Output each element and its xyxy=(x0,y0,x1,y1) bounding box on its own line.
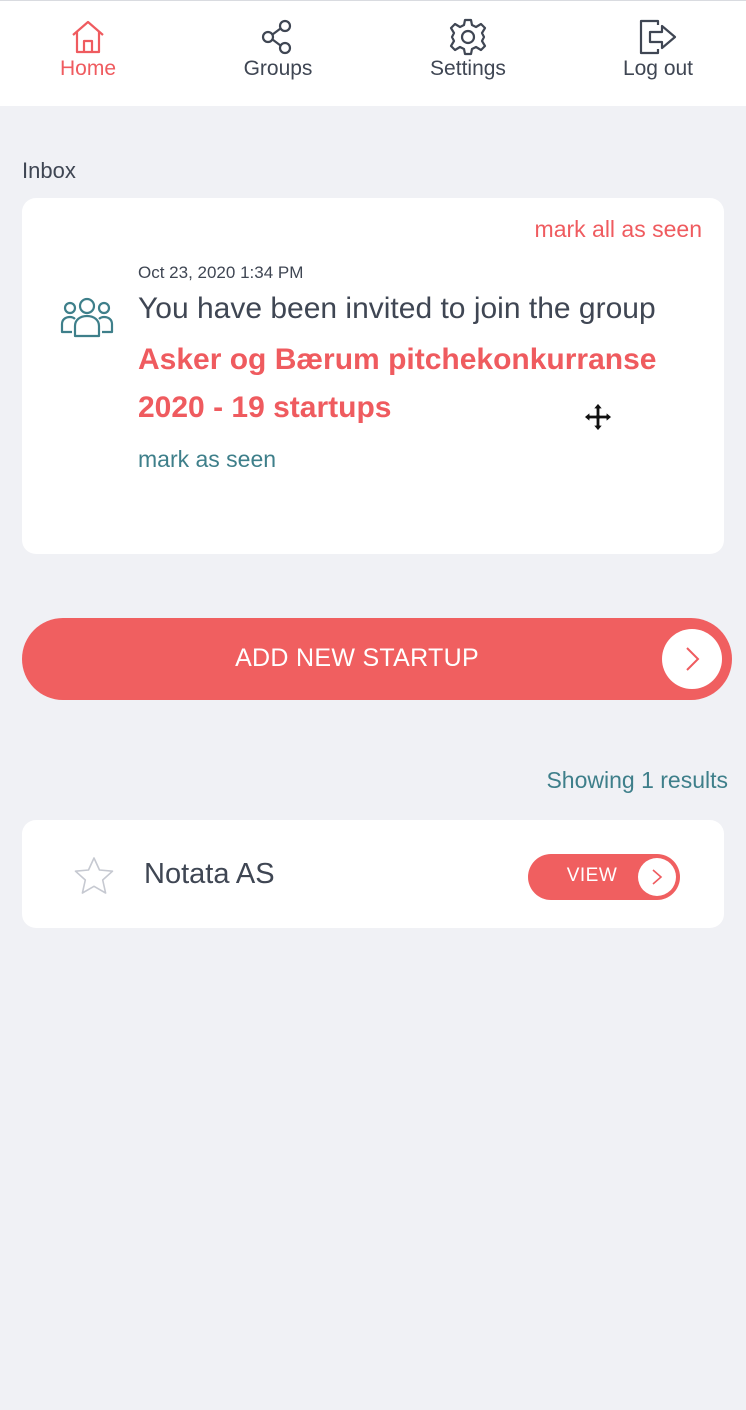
view-startup-button[interactable]: VIEW xyxy=(528,854,680,900)
startup-list-item: Notata AS VIEW xyxy=(22,820,724,928)
inbox-title: Inbox xyxy=(22,158,76,183)
notification-date: Oct 23, 2020 1:34 PM xyxy=(138,263,304,282)
nav-settings[interactable]: Settings xyxy=(393,17,543,81)
users-icon xyxy=(60,297,114,338)
home-icon xyxy=(72,20,104,54)
add-startup-arrow xyxy=(662,629,722,689)
share-icon xyxy=(261,19,292,55)
gear-icon xyxy=(449,18,487,56)
mark-all-seen-link[interactable]: mark all as seen xyxy=(535,216,702,243)
nav-settings-label: Settings xyxy=(430,57,506,80)
inbox-card: mark all as seen Oct 23, 2020 1:34 PM Yo… xyxy=(22,198,724,554)
chevron-right-icon xyxy=(686,647,700,671)
top-navigation: Home Groups Settings Log out xyxy=(0,0,746,106)
mark-as-seen-link[interactable]: mark as seen xyxy=(138,446,276,473)
startup-name: Notata AS xyxy=(144,858,275,890)
nav-logout-label: Log out xyxy=(622,57,694,80)
add-new-startup-button[interactable]: ADD NEW STARTUP xyxy=(22,618,732,700)
nav-groups[interactable]: Groups xyxy=(203,17,353,81)
star-icon[interactable] xyxy=(73,856,115,896)
results-count: Showing 1 results xyxy=(546,767,728,793)
chevron-right-icon xyxy=(652,869,663,885)
add-new-startup-label: ADD NEW STARTUP xyxy=(235,644,479,672)
view-button-label: VIEW xyxy=(566,865,618,886)
view-button-arrow xyxy=(638,858,676,896)
notification-group-link[interactable]: Asker og Bærum pitchekonkurranse 2020 - … xyxy=(138,336,698,432)
nav-home-label: Home xyxy=(59,57,117,80)
logout-icon xyxy=(639,19,677,55)
nav-logout[interactable]: Log out xyxy=(583,17,733,81)
move-cursor-icon xyxy=(583,402,613,432)
nav-home[interactable]: Home xyxy=(13,17,163,81)
nav-groups-label: Groups xyxy=(243,57,313,80)
notification-text: You have been invited to join the group xyxy=(138,292,656,325)
